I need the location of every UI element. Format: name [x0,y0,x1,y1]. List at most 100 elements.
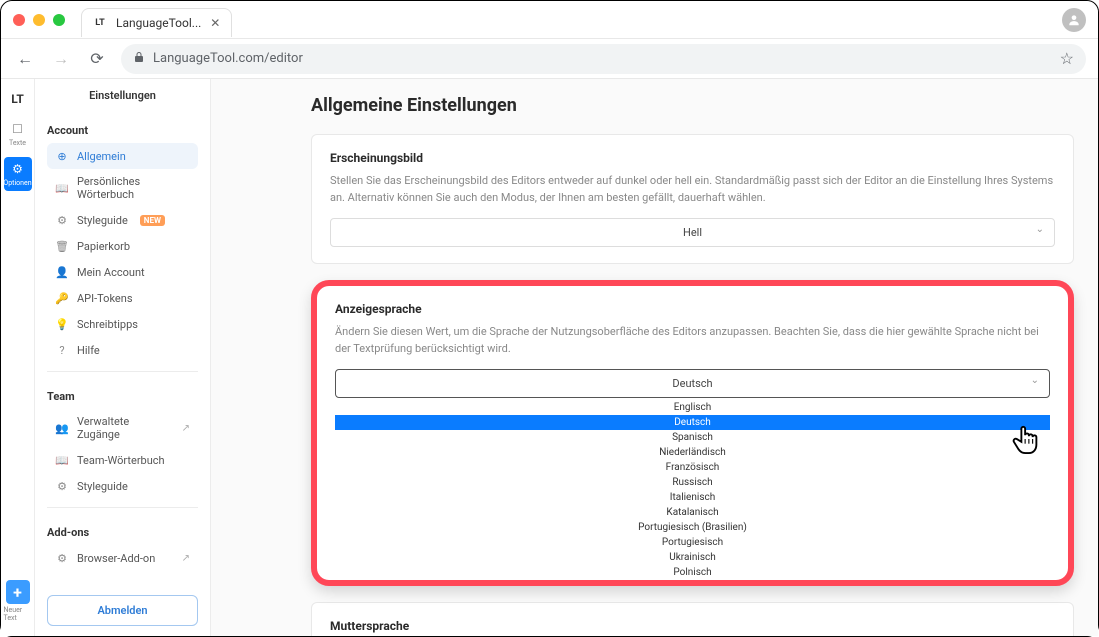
sidebar-item-label: Styleguide [77,214,128,227]
gear-icon: ⚙ [10,161,26,177]
language-option-franzoesisch[interactable]: Französisch [335,460,1050,475]
lightbulb-icon: 💡 [55,317,69,331]
sidebar-item-label: Mein Account [77,266,145,279]
url-text: LanguageTool.com/editor [153,51,303,66]
book-icon: 📖 [55,181,69,195]
sidebar-item-label: Allgemein [77,150,126,163]
language-option-polnisch[interactable]: Polnisch [335,565,1050,580]
rail-item-texts[interactable]: ☐ Texte [4,117,32,151]
browser-tab[interactable]: LT LanguageTool... ✕ [81,8,232,37]
external-link-icon: ↗ [182,553,190,564]
section-label-addons: Add-ons [47,526,198,539]
display-language-card: Anzeigesprache Ändern Sie diesen Wert, u… [311,280,1074,586]
language-option-italienisch[interactable]: Italienisch [335,490,1050,505]
rail-bottom: + Neuer Text [4,576,32,626]
rail-logo[interactable]: LT [4,87,32,111]
rail-item-label: Texte [9,139,26,147]
sidebar-item-api-tokens[interactable]: 🔑 API-Tokens [47,285,198,311]
bookmark-star-icon[interactable]: ☆ [1060,49,1074,68]
language-option-spanisch[interactable]: Spanisch [335,430,1050,445]
appearance-select[interactable]: Hell [330,218,1055,247]
card-title: Muttersprache [330,619,1055,633]
traffic-lights [13,14,65,26]
logo-icon: LT [10,91,26,107]
mothertongue-card: Muttersprache Wählen Sie Ihre Mutterspra… [311,602,1074,636]
sidebar-item-label: Schreibtipps [77,318,138,331]
card-description: Ändern Sie diesen Wert, um die Sprache d… [335,324,1050,357]
rail-item-label: Optionen [3,179,31,187]
external-link-icon: ↗ [182,423,190,434]
sidebar-item-styleguide[interactable]: ⚙ Styleguide NEW [47,207,198,233]
select-value: Deutsch [672,377,712,390]
gear-icon: ⚙ [55,551,69,565]
new-badge: NEW [140,215,165,226]
address-bar[interactable]: LanguageTool.com/editor ☆ [121,44,1086,74]
divider [47,371,198,372]
sidebar-title: Einstellungen [47,89,198,102]
plus-icon: + [6,580,30,604]
sidebar-item-team-woerterbuch[interactable]: 📖 Team-Wörterbuch [47,447,198,473]
sidebar-item-label: API-Tokens [77,292,133,305]
sidebar-item-label: Papierkorb [77,240,130,253]
rail-item-options[interactable]: ⚙ Optionen [4,157,32,191]
rail-item-label: Neuer Text [4,606,32,622]
sidebar-item-hilfe[interactable]: ? Hilfe [47,337,198,363]
back-button[interactable]: ← [13,47,37,71]
rail-new-text[interactable]: + Neuer Text [4,576,32,626]
sidebar-item-label: Persönliches Wörterbuch [77,175,190,201]
tab-title: LanguageTool... [116,16,201,30]
language-option-englisch[interactable]: Englisch [335,400,1050,415]
sidebar-item-team-styleguide[interactable]: ⚙ Styleguide [47,473,198,499]
users-icon: 👥 [55,421,69,435]
logout-button[interactable]: Abmelden [47,595,198,626]
language-option-portugiesisch[interactable]: Portugiesisch [335,535,1050,550]
sidebar-item-label: Hilfe [77,344,100,357]
settings-sidebar: Einstellungen Account ⊕ Allgemein 📖 Pers… [35,79,211,636]
sidebar-item-account[interactable]: 👤 Mein Account [47,259,198,285]
language-option-deutsch[interactable]: Deutsch [335,415,1050,430]
left-rail: LT ☐ Texte ⚙ Optionen + Neuer Text [1,79,35,636]
language-select[interactable]: Deutsch [335,369,1050,398]
tab-favicon-icon: LT [92,15,108,31]
sidebar-item-browser-addon[interactable]: ⚙ Browser-Add-on ↗ [47,545,198,571]
gear-icon: ⚙ [55,479,69,493]
section-label-account: Account [47,124,198,137]
sidebar-item-label: Team-Wörterbuch [77,454,165,467]
forward-button[interactable]: → [49,47,73,71]
app-container: LT ☐ Texte ⚙ Optionen + Neuer Text Einst… [1,79,1098,636]
sidebar-item-verwaltete-zugaenge[interactable]: 👥 Verwaltete Zugänge ↗ [47,409,198,447]
language-option-niederlaendisch[interactable]: Niederländisch [335,445,1050,460]
select-value: Hell [683,226,702,239]
language-option-katalanisch[interactable]: Katalanisch [335,505,1050,520]
maximize-window-button[interactable] [53,14,65,26]
minimize-window-button[interactable] [33,14,45,26]
reload-button[interactable]: ⟳ [85,47,109,71]
sidebar-item-label: Browser-Add-on [77,552,155,565]
gear-icon: ⚙ [55,213,69,227]
globe-icon: ⊕ [55,149,69,163]
language-option-ukrainisch[interactable]: Ukrainisch [335,550,1050,565]
divider [47,507,198,508]
lock-icon [133,51,145,67]
sidebar-item-allgemein[interactable]: ⊕ Allgemein [47,143,198,169]
sidebar-item-schreibtipps[interactable]: 💡 Schreibtipps [47,311,198,337]
help-icon: ? [55,343,69,357]
book-icon: 📖 [55,453,69,467]
language-dropdown-list: Englisch Deutsch Spanisch Niederländisch… [335,400,1050,580]
language-option-portugiesisch-br[interactable]: Portugiesisch (Brasilien) [335,520,1050,535]
card-title: Anzeigesprache [335,302,1050,316]
section-label-team: Team [47,390,198,403]
address-bar-row: ← → ⟳ LanguageTool.com/editor ☆ [1,39,1098,79]
close-window-button[interactable] [13,14,25,26]
sidebar-item-papierkorb[interactable]: 🗑 Papierkorb [47,233,198,259]
tab-close-icon[interactable]: ✕ [209,17,221,29]
key-icon: 🔑 [55,291,69,305]
profile-avatar-icon[interactable] [1062,8,1086,32]
main-content: Allgemeine Einstellungen Erscheinungsbil… [211,79,1098,636]
page-title: Allgemeine Einstellungen [311,95,1074,116]
card-title: Erscheinungsbild [330,151,1055,165]
document-icon: ☐ [10,121,26,137]
sidebar-item-woerterbuch[interactable]: 📖 Persönliches Wörterbuch [47,169,198,207]
language-option-russisch[interactable]: Russisch [335,475,1050,490]
sidebar-item-label: Styleguide [77,480,128,493]
